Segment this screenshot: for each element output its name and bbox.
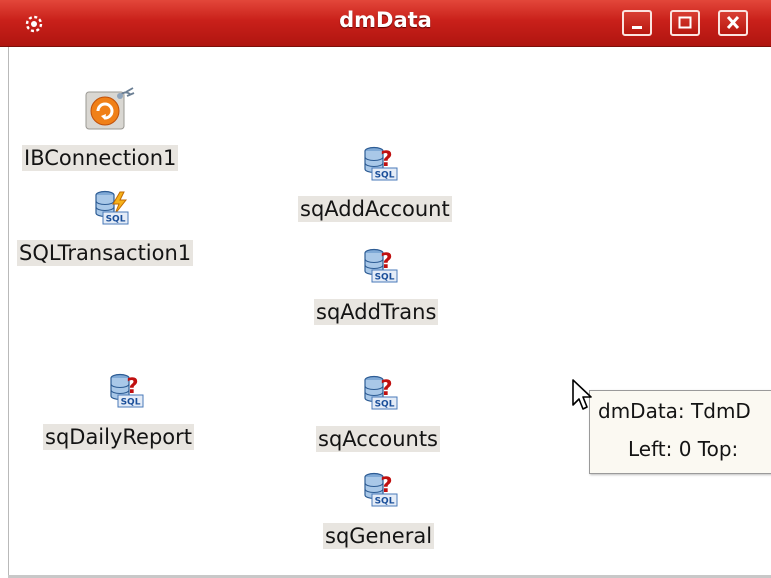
dmdata-window: dmData IBConnection1 SQL SQLTransaction1… <box>0 0 771 578</box>
sql-query-icon <box>362 146 398 182</box>
close-icon <box>726 15 740 30</box>
component-sqaddtrans[interactable] <box>362 248 398 284</box>
hint-tooltip: dmData: TdmD Left: 0 Top: <box>589 390 771 474</box>
title-bar[interactable]: dmData <box>0 0 771 47</box>
component-sqgeneral[interactable] <box>362 472 398 508</box>
tooltip-line-1: dmData: TdmD <box>598 399 751 423</box>
sql-transaction-icon: SQL <box>95 190 129 225</box>
component-ibconnection1[interactable] <box>84 86 138 130</box>
component-label: SQLTransaction1 <box>17 240 194 266</box>
component-sqaccounts[interactable] <box>362 375 398 411</box>
component-label: sqGeneral <box>323 523 435 549</box>
minimize-icon <box>632 26 642 29</box>
component-label: sqAddTrans <box>314 299 439 325</box>
maximize-button[interactable] <box>670 10 700 36</box>
svg-text:SQL: SQL <box>106 215 126 225</box>
sql-query-icon <box>362 248 398 284</box>
tooltip-line-2: Left: 0 Top: <box>628 437 739 461</box>
sql-query-icon <box>108 373 144 409</box>
maximize-icon <box>678 16 692 29</box>
sql-query-icon <box>362 375 398 411</box>
window-title: dmData <box>339 8 432 32</box>
component-sqaddaccount[interactable] <box>362 146 398 182</box>
close-button[interactable] <box>718 10 748 36</box>
component-label: IBConnection1 <box>22 145 179 171</box>
component-label: sqDailyReport <box>43 424 195 450</box>
ib-connection-icon <box>85 87 135 130</box>
component-label: sqAccounts <box>316 426 441 452</box>
component-sqltransaction1[interactable]: SQL <box>93 190 129 226</box>
mouse-pointer-icon <box>572 379 592 410</box>
minimize-button[interactable] <box>622 10 652 36</box>
sql-query-icon <box>362 472 398 508</box>
component-label: sqAddAccount <box>298 196 452 222</box>
component-sqdailyreport[interactable] <box>108 373 144 409</box>
